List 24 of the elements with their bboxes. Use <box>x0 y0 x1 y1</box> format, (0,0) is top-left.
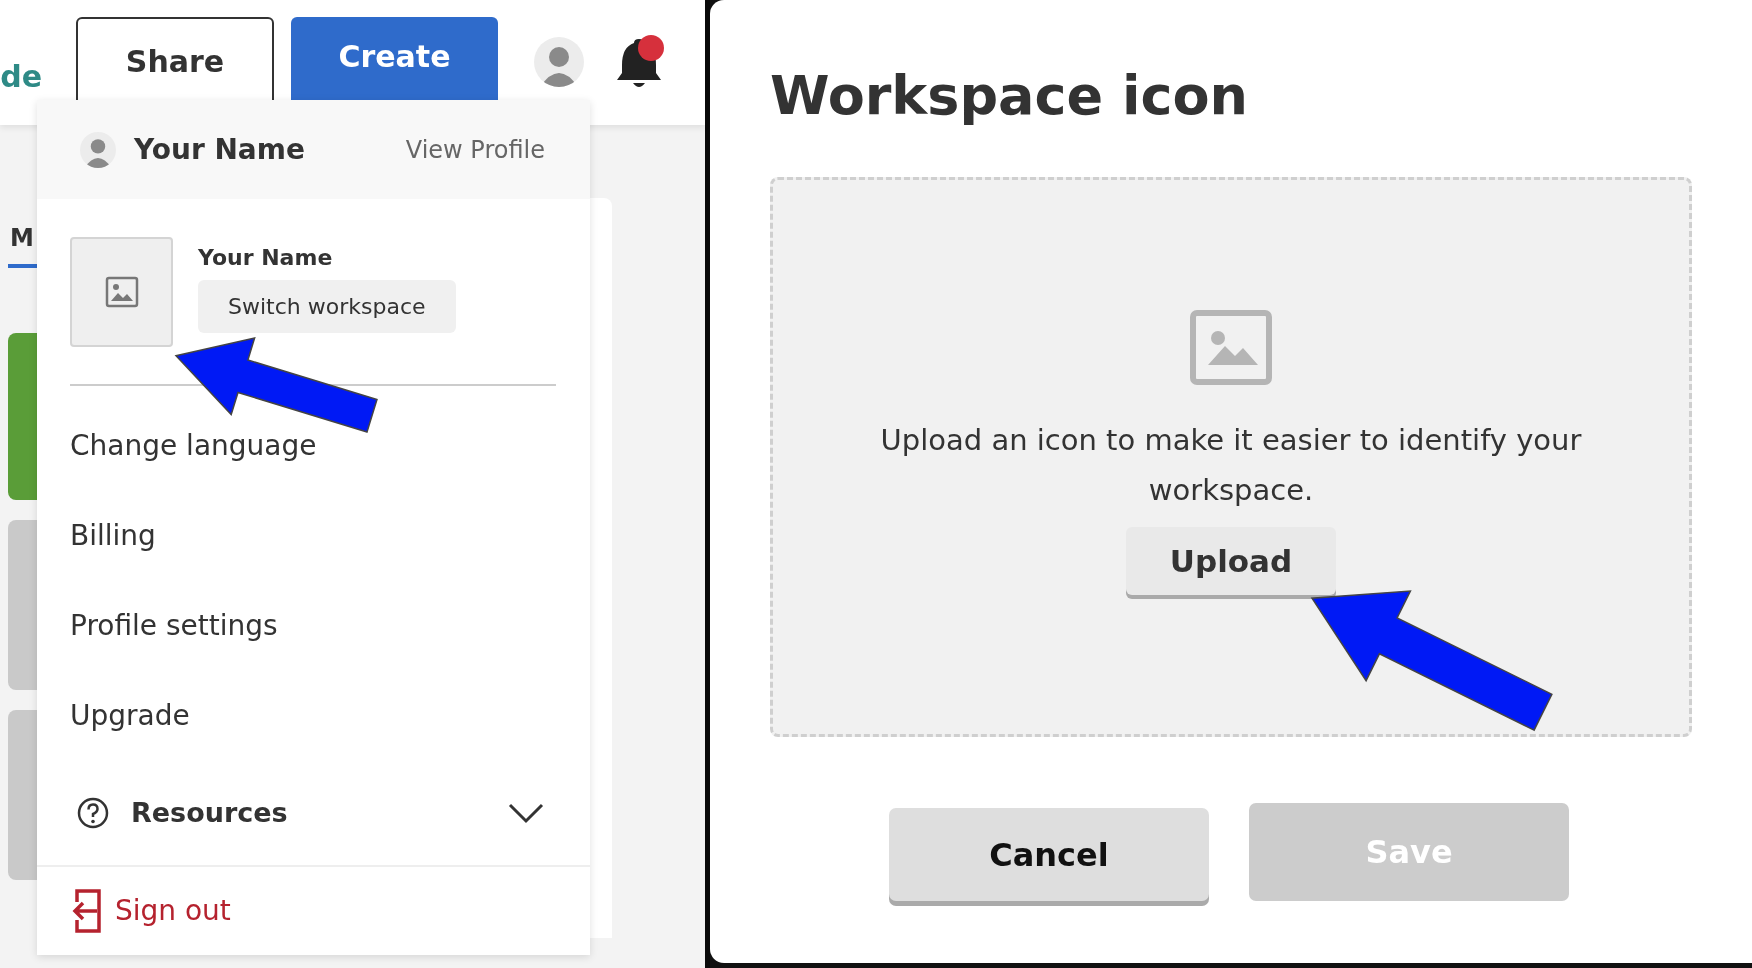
menu-item[interactable]: Change language <box>70 401 590 491</box>
image-icon <box>104 276 139 309</box>
upload-message: Upload an icon to make it easier to identify your workspace. <box>879 422 1583 509</box>
workspace-name: Your Name <box>198 245 334 271</box>
switch-workspace-button[interactable]: Switch workspace <box>198 280 456 334</box>
menu-item[interactable]: Upgrade <box>70 671 590 761</box>
help-icon <box>77 797 109 829</box>
user-name: Your Name <box>134 133 306 167</box>
avatar <box>80 131 116 168</box>
avatar[interactable] <box>534 37 584 87</box>
sign-out-link[interactable]: Sign out <box>67 888 231 934</box>
thumbnail-placeholder[interactable] <box>8 333 38 500</box>
thumbnail-placeholder[interactable] <box>8 520 38 690</box>
menu-item[interactable]: Billing <box>70 491 590 581</box>
workspace-icon-tile[interactable] <box>70 237 173 348</box>
image-icon <box>1190 310 1272 385</box>
dialog-title: Workspace icon <box>770 64 1249 127</box>
logo-text: de <box>0 59 42 94</box>
thumbnail-placeholder[interactable] <box>8 710 38 880</box>
menu-item[interactable]: Profile settings <box>70 581 590 671</box>
notifications-button[interactable] <box>614 35 664 90</box>
resources-menu-item[interactable]: Resources <box>77 761 590 865</box>
upload-drop-zone[interactable]: Upload an icon to make it easier to identify your workspace. Upload <box>770 177 1692 737</box>
view-profile-link[interactable]: View Profile <box>405 135 545 164</box>
